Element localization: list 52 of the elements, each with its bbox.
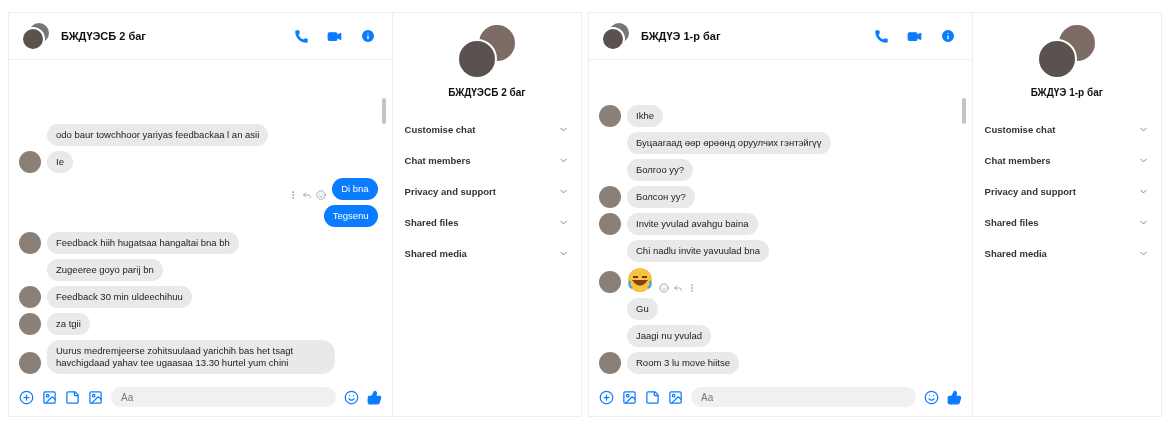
message-bubble: Room 3 lu move hiitse [627,352,739,374]
message-bubble: Di bna [332,178,378,200]
message-bubble: Ikhe [627,105,663,127]
message-input[interactable]: Aa [111,387,336,407]
message-bubble: Feedback hiih hugatsaa hangaltai bna bh [47,232,239,254]
message-bubble: Invite yvulad avahgu baina [627,213,758,235]
scrollbar[interactable] [961,98,966,124]
chat-title: БЖДҮЭСБ 2 баг [61,30,147,42]
message-bubble: Zugeeree goyo parij bn [47,259,163,281]
details-section[interactable]: Customise chat [404,114,569,145]
message-bubble: Болсон уу? [627,186,695,208]
message-input[interactable]: Aa [691,387,916,407]
message-bubble: Chi nadlu invite yavuulad bna [627,240,770,262]
details-section[interactable]: Privacy and support [984,176,1149,207]
laughing-emoji-icon [627,267,653,293]
message-bubble: Буцаагаад өөр өрөөнд оруулчих гэнтэйгүү [627,132,831,154]
group-avatar [601,21,631,51]
details-section[interactable]: Shared files [984,207,1149,238]
image-icon[interactable] [42,389,57,405]
details-section[interactable]: Shared files [404,207,569,238]
sticker-icon[interactable] [65,389,80,405]
details-section[interactable]: Chat members [984,145,1149,176]
group-avatar [21,21,51,51]
details-section[interactable]: Customise chat [984,114,1149,145]
reply-icon[interactable] [673,283,683,293]
plus-icon[interactable] [19,389,34,405]
message-bubble: Tegsenu [323,205,378,227]
message-bubble: Feedback 30 min uldeechihuu [47,286,192,308]
group-name: БЖДҮЭСБ 2 баг [448,87,526,98]
image-icon[interactable] [622,389,637,405]
emoji-icon[interactable] [343,389,359,405]
chat-title: БЖДҮЭ 1-р баг [641,30,722,42]
message-bubble: Gu [627,298,658,320]
details-section[interactable]: Shared media [984,238,1149,269]
plus-icon[interactable] [599,389,614,405]
emoji-icon[interactable] [923,389,939,405]
message-bubble: za tgii [47,313,90,335]
details-section[interactable]: Chat members [404,145,569,176]
scrollbar[interactable] [381,98,386,124]
details-section[interactable]: Shared media [404,238,569,269]
message-bubble: odo baur towchhoor yariyas feedbackaa l an asii [47,124,269,146]
details-section[interactable]: Privacy and support [404,176,569,207]
message-bubble: Болгоо уу? [627,159,694,181]
thumbs-up-icon[interactable] [366,389,382,405]
sticker-icon[interactable] [645,389,660,405]
group-avatar [456,23,517,79]
message-bubble: Uurus medremjeerse zohitsuulaad yarichih bas het tsagt havchigdaad yahav tee ugaasaa 13.30 hurtel yum chini [47,340,335,374]
message-bubble: Jaagi nu yvulad [627,325,712,347]
message-bubble: Ie [47,151,73,173]
group-name: БЖДҮЭ 1-р баг [1030,87,1103,98]
group-avatar [1036,23,1097,79]
thumbs-up-icon[interactable] [946,389,962,405]
